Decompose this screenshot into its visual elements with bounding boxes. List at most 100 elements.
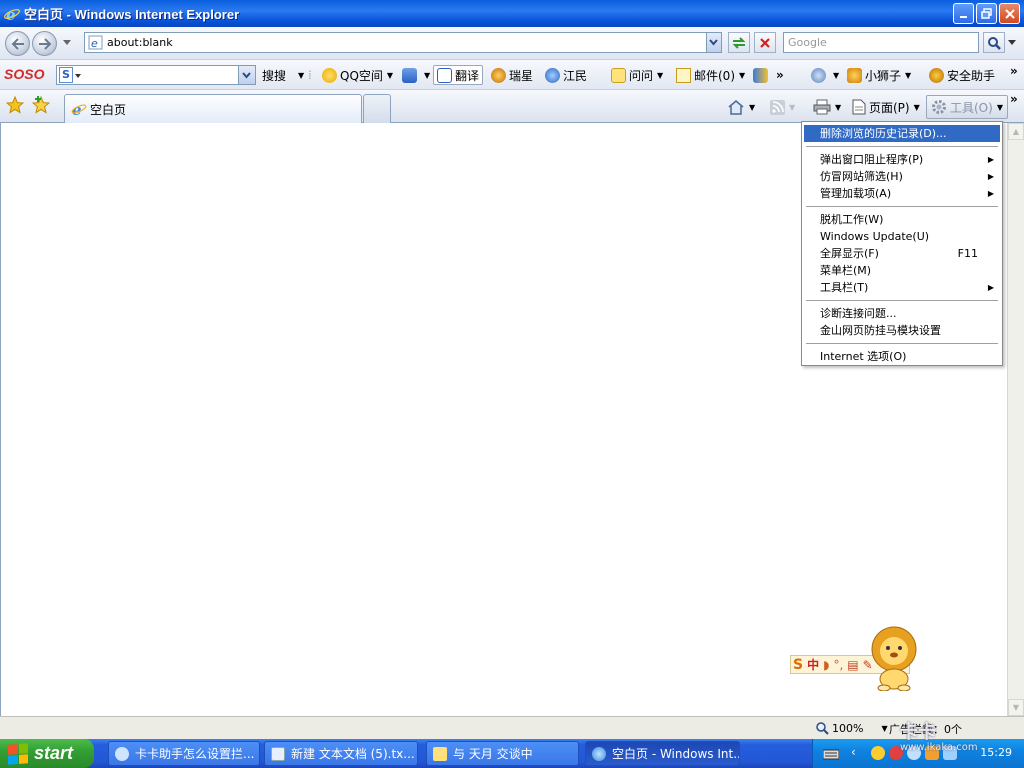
shield-icon <box>929 67 944 83</box>
task-label: 空白页 - Windows Int... <box>612 747 740 761</box>
address-dropdown-button[interactable] <box>706 33 721 52</box>
menu-item-shortcut: F11 <box>957 247 978 260</box>
submenu-arrow-icon: ▶ <box>987 155 994 164</box>
scroll-up-button[interactable]: ▲ <box>1008 123 1024 140</box>
taskbar: start 卡卡助手怎么设置拦... 新建 文本文档 (5).tx... 与 天… <box>0 739 1024 768</box>
history-dropdown-icon[interactable] <box>63 40 71 46</box>
window-title: 空白页 - Windows Internet Explorer <box>24 7 240 22</box>
search-input[interactable]: Google <box>783 32 979 53</box>
tools-addon-button[interactable]: ▼ <box>402 66 430 84</box>
tray-expand-icon[interactable]: ‹ <box>851 745 856 759</box>
vertical-scrollbar[interactable]: ▲ ▼ <box>1007 123 1024 716</box>
clock[interactable]: 15:29 <box>980 746 1012 759</box>
minimize-button[interactable] <box>953 3 974 24</box>
notepad-icon <box>271 746 285 761</box>
menu-item[interactable]: 工具栏(T) ▶ <box>804 279 1000 296</box>
add-favorite-button[interactable] <box>32 96 50 114</box>
caret-down-icon: ▼ <box>881 723 888 733</box>
task-label: 新建 文本文档 (5).tx... <box>291 747 415 761</box>
menu-item[interactable]: 全屏显示(F) F11 <box>804 245 1000 262</box>
gear-icon <box>811 67 826 83</box>
close-window-button[interactable] <box>999 3 1020 24</box>
command-bar-overflow-chevron[interactable]: » <box>1010 90 1018 108</box>
home-button[interactable]: ▼ <box>727 98 755 116</box>
soso-search-dropdown[interactable] <box>238 66 255 84</box>
search-button[interactable] <box>983 32 1005 53</box>
keyboard-icon[interactable]: ▤ <box>847 658 858 672</box>
ask-label: 问问 <box>629 68 654 83</box>
toolbar-overflow-chevron[interactable]: » <box>1010 62 1018 80</box>
taskbar-item-ie[interactable]: 空白页 - Windows Int... <box>585 741 740 766</box>
menu-item[interactable]: 脱机工作(W) <box>804 211 1000 228</box>
print-button[interactable]: ▼ <box>813 98 841 116</box>
title-bar[interactable]: e 空白页 - Windows Internet Explorer <box>0 0 1024 27</box>
toolbar-grip-icon: ⁞ <box>308 68 312 82</box>
tab-blank-page[interactable]: e 空白页 <box>64 94 362 123</box>
taskbar-item-notepad[interactable]: 新建 文本文档 (5).tx... <box>264 741 418 766</box>
back-button[interactable] <box>5 31 30 56</box>
menu-item-label: 仿冒网站筛选(H) <box>820 170 903 183</box>
menu-item[interactable]: 删除浏览的历史记录(D)... <box>804 125 1000 142</box>
tools-menu-button[interactable]: 工具(O) ▼ <box>926 95 1008 119</box>
menu-item[interactable]: 弹出窗口阻止程序(P) ▶ <box>804 151 1000 168</box>
lion-button[interactable]: 小狮子 ▼ <box>847 66 911 84</box>
start-button[interactable]: start <box>0 739 94 768</box>
menu-item[interactable]: 金山网页防挂马模块设置 <box>804 322 1000 339</box>
sogou-s-icon[interactable]: S <box>793 657 803 673</box>
settings-addon-button[interactable]: ▼ <box>811 66 839 84</box>
taskbar-item-chat[interactable]: 与 天月 交谈中 <box>426 741 579 766</box>
search-options-dropdown-icon[interactable] <box>1008 40 1016 46</box>
address-bar[interactable]: e about:blank <box>84 32 722 53</box>
taskbar-item-kaka[interactable]: 卡卡助手怎么设置拦... <box>108 741 260 766</box>
forward-button[interactable] <box>32 31 57 56</box>
zoom-level: 100% <box>832 721 864 735</box>
refresh-button[interactable] <box>728 32 750 53</box>
qq-space-button[interactable]: QQ空间 ▼ <box>322 66 393 84</box>
soso-search-button[interactable]: 搜搜 ▼ <box>262 66 304 84</box>
ask-button[interactable]: 问问 ▼ <box>611 66 663 84</box>
scroll-down-button[interactable]: ▼ <box>1008 699 1024 716</box>
translate-button[interactable]: 翻译 <box>433 65 484 85</box>
menu-separator <box>806 343 998 344</box>
submenu-arrow-icon: ▶ <box>987 172 994 181</box>
restore-button[interactable] <box>976 3 997 24</box>
tools-menu-label: 工具(O) <box>950 100 993 115</box>
address-input[interactable]: about:blank <box>107 36 173 49</box>
page-menu-button[interactable]: 页面(P) ▼ <box>852 98 920 116</box>
mail-button[interactable]: 邮件(0) ▼ <box>676 66 745 84</box>
stop-button[interactable] <box>754 32 776 53</box>
menu-item[interactable]: Windows Update(U) <box>804 228 1000 245</box>
translate-icon <box>437 67 452 83</box>
ime-mode-toggle[interactable]: 中 <box>807 656 819 673</box>
lion-mascot-icon[interactable] <box>862 625 926 691</box>
security-assistant-button[interactable]: 安全助手 <box>929 66 995 84</box>
menu-item[interactable]: 诊断连接问题... <box>804 305 1000 322</box>
soso-search-input[interactable]: S <box>56 65 256 85</box>
menu-item[interactable]: 菜单栏(M) <box>804 262 1000 279</box>
envelope-icon <box>676 67 691 83</box>
new-tab-button[interactable] <box>363 94 391 123</box>
keyboard-tray-icon[interactable] <box>823 748 839 760</box>
favorites-center-button[interactable] <box>6 96 24 114</box>
punctuation-icon[interactable]: °, <box>833 658 843 672</box>
tab-label: 空白页 <box>90 102 127 117</box>
rising-button[interactable]: 瑞星 <box>491 66 533 84</box>
qq-tray-icon[interactable] <box>871 746 885 760</box>
caret-down-icon: ▼ <box>298 70 305 80</box>
stop-icon <box>760 37 770 48</box>
jiangmin-button[interactable]: 江民 <box>545 66 587 84</box>
zoom-control[interactable]: 100% ▼ <box>815 721 888 735</box>
feeds-button[interactable]: ▼ <box>770 98 795 116</box>
moon-icon[interactable]: ◗ <box>823 658 829 672</box>
zoom-magnifier-icon <box>816 722 829 735</box>
favorites-addon-button[interactable] <box>753 66 771 84</box>
menu-item[interactable]: Internet 选项(O) <box>804 348 1000 365</box>
page-icon <box>852 99 866 115</box>
menu-item[interactable]: 仿冒网站筛选(H) ▶ <box>804 168 1000 185</box>
soso-logo[interactable]: SOSO <box>4 65 44 83</box>
refresh-icon <box>732 36 746 49</box>
links-more-chevron[interactable]: » <box>776 66 784 84</box>
menu-item[interactable]: 管理加载项(A) ▶ <box>804 185 1000 202</box>
soso-engine-selector[interactable]: S <box>59 67 73 83</box>
rss-icon <box>770 99 785 115</box>
